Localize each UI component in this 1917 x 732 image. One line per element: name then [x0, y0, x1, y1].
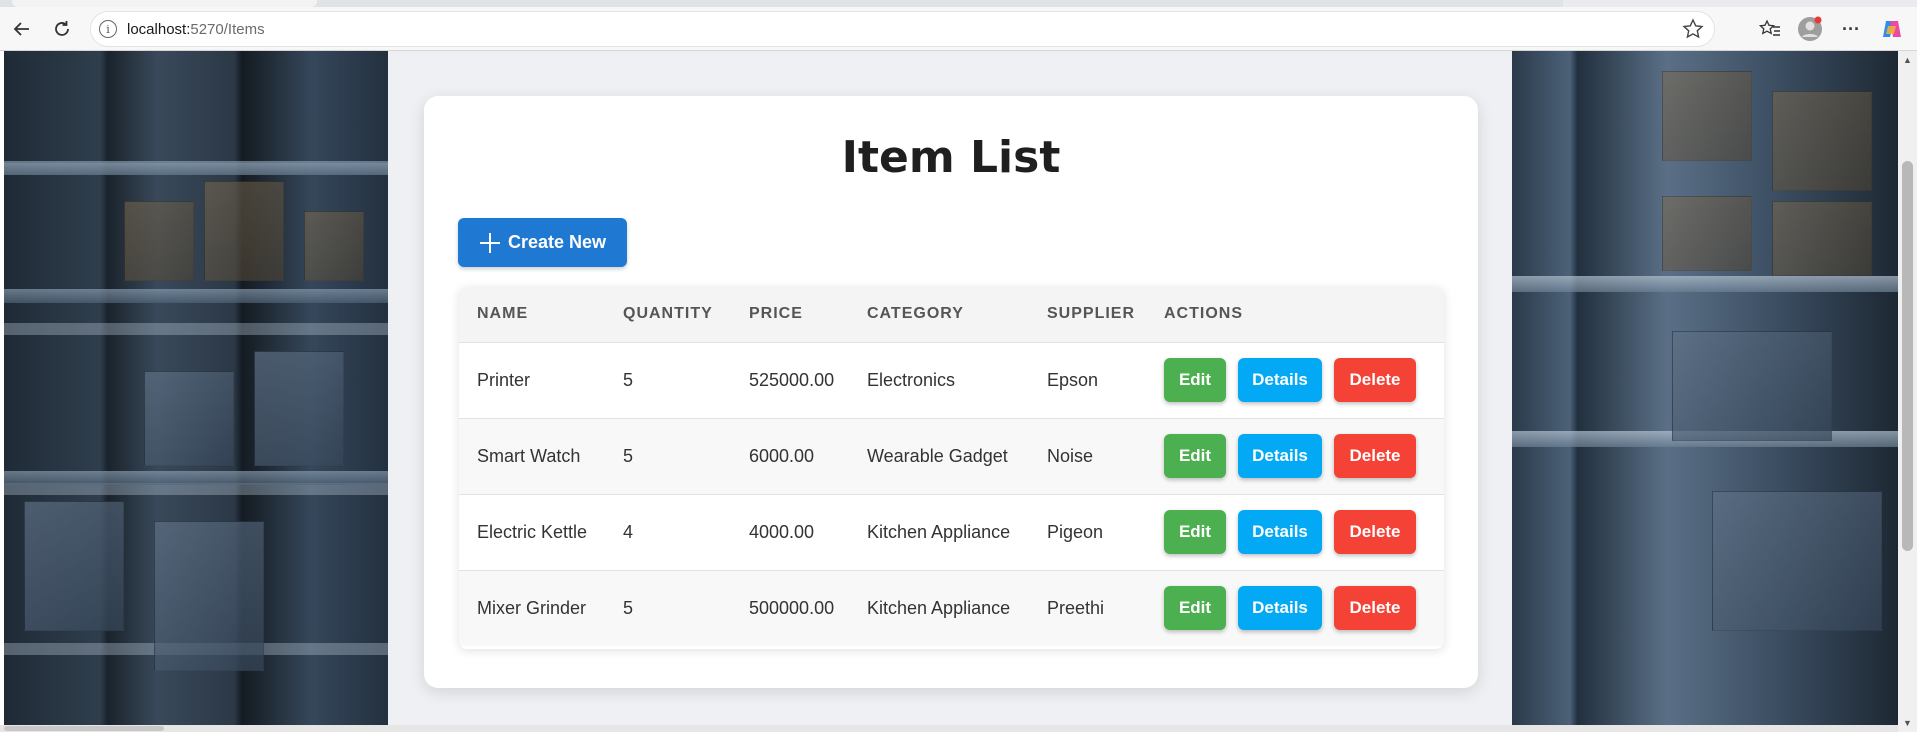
page-title: Item List — [841, 132, 1061, 183]
shelf-box — [1672, 331, 1832, 441]
cell-supplier: Preethi — [1047, 597, 1105, 618]
star-icon[interactable] — [1682, 18, 1704, 40]
shelf-box — [1662, 71, 1752, 161]
row-actions: Edit Details Delete — [1164, 358, 1444, 402]
cell-actions: Edit Details Delete — [1146, 418, 1444, 494]
shelf-box — [1712, 491, 1882, 631]
cell-category: Electronics — [867, 369, 956, 390]
tab-strip — [0, 0, 1917, 7]
scrollbar-thumb[interactable] — [1902, 161, 1913, 551]
row-actions: Edit Details Delete — [1164, 586, 1444, 631]
cell-supplier: Epson — [1047, 369, 1099, 390]
more-icon[interactable]: ··· — [1837, 15, 1865, 43]
cell-quantity: 5 — [623, 445, 634, 466]
url-host: localhost: — [127, 21, 191, 38]
header-actions: ACTIONS — [1164, 305, 1243, 323]
cell-quantity: 4 — [623, 521, 634, 542]
page-viewport: Item List Create New NAME QUANTITY PRICE… — [0, 51, 1898, 732]
cell-name: Mixer Grinder — [477, 597, 587, 618]
vertical-scrollbar[interactable]: ▲ ▼ — [1898, 51, 1917, 732]
cell-quantity: 5 — [623, 597, 634, 618]
cell-actions: Edit Details Delete — [1146, 342, 1444, 418]
cell-actions: Edit Details Delete — [1146, 570, 1444, 646]
shelf-box — [144, 371, 234, 466]
address-bar[interactable]: i localhost:5270/Items — [90, 11, 1715, 47]
cell-price: 525000.00 — [749, 369, 835, 390]
warehouse-background-right — [1512, 51, 1898, 732]
table-row: Smart Watch 5 6000.00 Wearable Gadget No… — [459, 418, 1444, 494]
tab-strip-empty — [1563, 0, 1917, 7]
copilot-icon[interactable] — [1878, 15, 1906, 43]
active-tab[interactable] — [12, 0, 317, 7]
header-category: CATEGORY — [867, 305, 964, 323]
create-new-button[interactable]: Create New — [458, 218, 627, 267]
cell-category: Kitchen Appliance — [867, 521, 1011, 542]
details-button[interactable]: Details — [1238, 434, 1322, 478]
warehouse-background-left — [4, 51, 388, 732]
shelf-box — [124, 201, 194, 281]
shelf — [4, 471, 388, 485]
shelf — [4, 289, 388, 303]
delete-button[interactable]: Delete — [1334, 510, 1416, 554]
cell-quantity: 5 — [623, 369, 634, 390]
row-actions: Edit Details Delete — [1164, 510, 1444, 554]
table-row: Electric Kettle 4 4000.00 Kitchen Applia… — [459, 494, 1444, 570]
delete-button[interactable]: Delete — [1334, 434, 1416, 478]
shelf-box — [1772, 91, 1872, 191]
shelf-box — [254, 351, 344, 466]
cell-price: 500000.00 — [749, 597, 835, 618]
shelf-box — [204, 181, 284, 281]
cell-category: Wearable Gadget — [867, 445, 1008, 466]
shelf — [4, 161, 388, 175]
delete-button[interactable]: Delete — [1334, 586, 1416, 631]
header-quantity: QUANTITY — [623, 305, 713, 323]
shelf-box — [304, 211, 364, 281]
create-new-label: Create New — [508, 232, 607, 252]
horizontal-scrollbar[interactable] — [0, 725, 1898, 732]
header-name: NAME — [477, 305, 529, 323]
table-row: Mixer Grinder 5 500000.00 Kitchen Applia… — [459, 570, 1444, 646]
cell-name: Printer — [477, 369, 531, 390]
cell-category: Kitchen Appliance — [867, 597, 1011, 618]
browser-toolbar: i localhost:5270/Items ··· — [0, 7, 1917, 51]
cell-name: Smart Watch — [477, 445, 581, 466]
url-text[interactable]: localhost:5270/Items — [127, 21, 265, 38]
shelf — [1512, 276, 1898, 292]
url-path: 5270/Items — [190, 21, 265, 38]
details-button[interactable]: Details — [1238, 510, 1322, 554]
shelf-box — [24, 501, 124, 631]
avatar-icon[interactable] — [1796, 15, 1824, 43]
edit-button[interactable]: Edit — [1164, 358, 1226, 402]
favorites-list-icon[interactable] — [1756, 15, 1784, 43]
items-table: NAME QUANTITY PRICE CATEGORY SUPPLIER AC… — [459, 287, 1444, 649]
table-row: Printer 5 525000.00 Electronics Epson Ed… — [459, 342, 1444, 418]
scroll-down-icon[interactable]: ▼ — [1903, 718, 1912, 728]
details-button[interactable]: Details — [1238, 586, 1322, 631]
shelf-box — [154, 521, 264, 671]
scroll-up-icon[interactable]: ▲ — [1903, 55, 1912, 65]
cell-actions: Edit Details Delete — [1146, 494, 1444, 570]
shelf-box — [1772, 201, 1872, 276]
item-list-card: Item List Create New NAME QUANTITY PRICE… — [424, 96, 1478, 688]
cell-name: Electric Kettle — [477, 521, 588, 542]
info-icon[interactable]: i — [99, 20, 117, 38]
reload-icon[interactable] — [48, 15, 76, 43]
arrow-left-icon[interactable] — [8, 15, 36, 43]
cell-price: 4000.00 — [749, 521, 815, 542]
edit-button[interactable]: Edit — [1164, 586, 1226, 631]
table-header-row: NAME QUANTITY PRICE CATEGORY SUPPLIER AC… — [459, 287, 1444, 342]
horizontal-scrollbar-thumb[interactable] — [4, 726, 164, 731]
row-actions: Edit Details Delete — [1164, 434, 1444, 478]
plus-icon — [480, 232, 500, 253]
header-price: PRICE — [749, 305, 803, 323]
delete-button[interactable]: Delete — [1334, 358, 1416, 402]
cell-supplier: Noise — [1047, 445, 1094, 466]
cell-price: 6000.00 — [749, 445, 815, 466]
shelf-box — [1662, 196, 1752, 271]
cell-supplier: Pigeon — [1047, 521, 1104, 542]
details-button[interactable]: Details — [1238, 358, 1322, 402]
header-supplier: SUPPLIER — [1047, 305, 1136, 323]
edit-button[interactable]: Edit — [1164, 434, 1226, 478]
edit-button[interactable]: Edit — [1164, 510, 1226, 554]
